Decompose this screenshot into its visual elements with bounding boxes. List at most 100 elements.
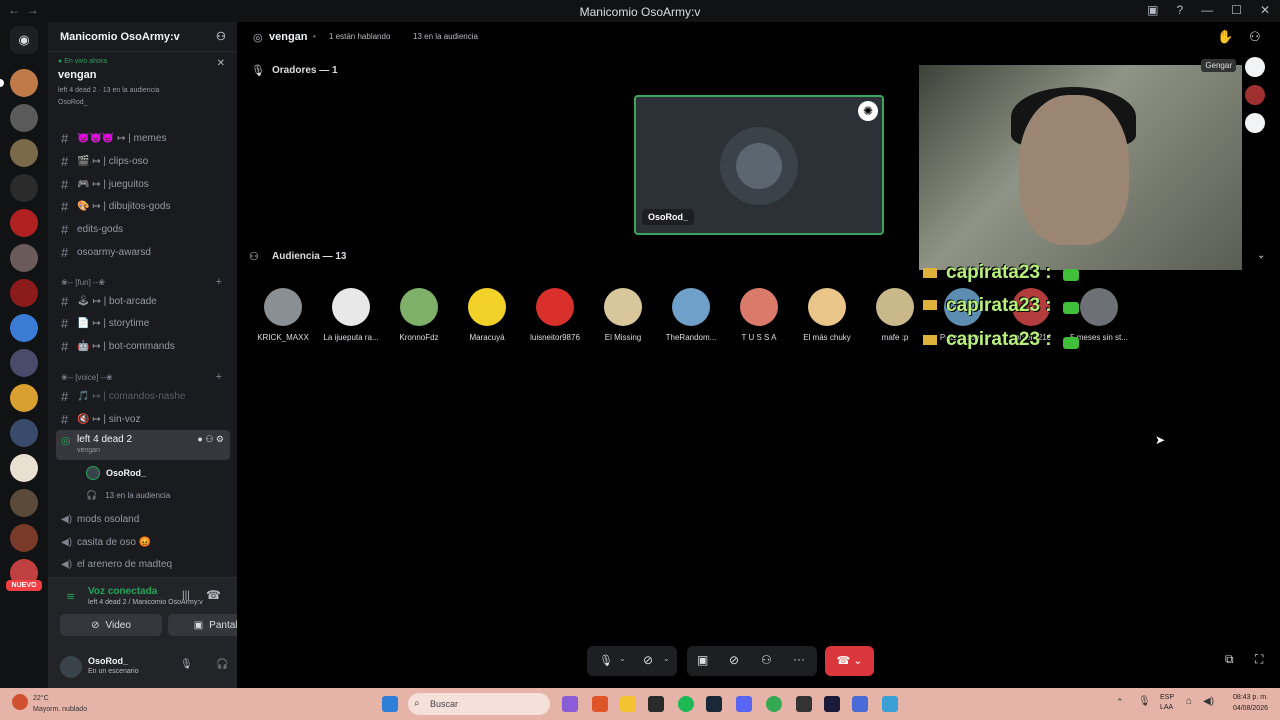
app-icon[interactable] <box>852 696 868 712</box>
notepad-icon[interactable] <box>882 696 898 712</box>
voice-channel-item[interactable]: ◀) mods osoland <box>56 508 230 530</box>
headphones-icon[interactable]: 🎧 <box>216 659 228 670</box>
server-icon[interactable] <box>10 454 38 482</box>
server-header[interactable]: Manicomio OsoArmy:v ⚇ <box>48 22 237 52</box>
server-icon[interactable] <box>10 174 38 202</box>
more-options-icon[interactable]: ··· <box>793 652 805 666</box>
plus-icon[interactable]: + <box>216 276 222 288</box>
audience-member[interactable]: T U S S A <box>725 288 793 342</box>
app-icon[interactable] <box>824 696 840 712</box>
members-icon[interactable]: ⚇ <box>1249 29 1261 45</box>
microphone-icon[interactable]: 🎙 <box>180 659 193 670</box>
chrome-icon[interactable] <box>766 696 782 712</box>
spotify-icon[interactable] <box>678 696 694 712</box>
audience-member[interactable]: KRICK_MAXX <box>249 288 317 342</box>
mute-speaker-icon[interactable]: ⊘ <box>729 653 739 667</box>
live-stage-banner[interactable]: ● En vivo ahora vengan left 4 dead 2 · 1… <box>48 52 237 110</box>
server-icon[interactable] <box>10 419 38 447</box>
minimize-button[interactable]: — <box>1201 3 1213 17</box>
audience-member[interactable]: Maracuyá <box>453 288 521 342</box>
audience-member[interactable]: 5 meses sin st... <box>1065 288 1133 342</box>
server-icon[interactable] <box>10 139 38 167</box>
avatar[interactable] <box>1245 85 1265 105</box>
channel-item[interactable]: # 📄 ↦ | storytime <box>56 312 230 334</box>
channel-item[interactable]: # osoarmy-awarsd <box>56 241 230 263</box>
channel-item[interactable]: # 🎨 ↦ | dibujitos-gods <box>56 195 230 217</box>
disconnect-icon[interactable]: ☎ <box>206 588 221 602</box>
audience-member[interactable]: El más chuky <box>793 288 861 342</box>
voice-channel-item[interactable]: ◀) el arenero de madteq <box>56 553 230 575</box>
microphone-tray-icon[interactable]: 🎙 <box>1138 696 1151 707</box>
stage-channel-active[interactable]: ◎ left 4 dead 2 vengan ● ⚇ ⚙ <box>56 430 230 460</box>
channel-item[interactable]: # 🔇 ↦ | sin-voz <box>56 408 230 430</box>
inbox-icon[interactable]: ▣ <box>1147 3 1158 17</box>
discord-icon[interactable] <box>736 696 752 712</box>
steam-icon[interactable] <box>706 696 722 712</box>
weather-icon[interactable] <box>12 694 28 710</box>
server-icon[interactable] <box>10 209 38 237</box>
audience-member[interactable]: El Missing <box>589 288 657 342</box>
brave-browser-icon[interactable] <box>592 696 608 712</box>
close-icon[interactable]: ✕ <box>217 58 225 69</box>
stage-actions-icon[interactable]: ● ⚇ ⚙ <box>197 434 224 445</box>
audience-member[interactable]: mafe :p <box>861 288 929 342</box>
channel-item[interactable]: # 🕹 ↦ | bot-arcade <box>56 290 230 312</box>
invite-icon[interactable]: ⚇ <box>761 653 772 667</box>
server-icon[interactable] <box>10 349 38 377</box>
stage-speaker[interactable]: OsoRod_ <box>56 462 230 484</box>
taskbar-search[interactable]: ⌕ Buscar <box>408 693 550 715</box>
copilot-icon[interactable] <box>562 696 578 712</box>
popout-icon[interactable]: ⧉ <box>1225 652 1234 667</box>
speaker-tile[interactable]: OsoRod_ ✺ <box>634 95 884 235</box>
server-icon[interactable] <box>10 104 38 132</box>
close-button[interactable]: ✕ <box>1260 3 1270 17</box>
leave-stage-button[interactable]: ☎ ⌄ <box>825 646 874 676</box>
channel-item[interactable]: # 😈😈😈 ↦ | memes <box>56 127 230 149</box>
obs-icon[interactable] <box>796 696 812 712</box>
server-icon[interactable] <box>10 314 38 342</box>
channel-item[interactable]: # edits-gods <box>56 218 230 240</box>
plus-icon[interactable]: + <box>216 371 222 383</box>
minecraft-icon[interactable] <box>648 696 664 712</box>
file-explorer-icon[interactable] <box>620 696 636 712</box>
audience-member[interactable]: La ijueputa ra... <box>317 288 385 342</box>
server-icon[interactable] <box>10 279 38 307</box>
audience-member[interactable]: KronnoFdz <box>385 288 453 342</box>
system-clock[interactable]: 08:43 p. m. 04/08/2026 <box>1233 692 1268 714</box>
channel-item[interactable]: # 🎵 ↦ | comandos-nashe <box>56 385 230 407</box>
sound-bars-icon[interactable]: ||| <box>182 590 190 601</box>
video-button[interactable]: ⊘ Video <box>60 614 162 636</box>
channel-item[interactable]: # 🤖 ↦ | bot-commands <box>56 335 230 357</box>
weather-widget[interactable]: 22°C Mayorm. nublado <box>33 693 87 715</box>
discord-home-icon[interactable]: ◉ <box>10 26 38 54</box>
chevron-down-icon[interactable]: ⌄ <box>619 654 626 663</box>
avatar[interactable] <box>60 656 82 678</box>
stage-audience-count[interactable]: 🎧 13 en la audiencia <box>56 484 230 506</box>
voice-channel-item[interactable]: ◀) casita de oso 😡 <box>56 531 230 553</box>
volume-icon[interactable]: ◀) <box>1203 696 1214 707</box>
raise-hand-icon[interactable]: ✋ <box>1217 29 1233 45</box>
screen-share-icon[interactable]: ▣ <box>697 653 708 667</box>
server-icon[interactable] <box>10 524 38 552</box>
audience-member[interactable]: luisneitor9876 <box>521 288 589 342</box>
microphone-icon[interactable]: 🎙 <box>599 654 613 667</box>
voice-status[interactable]: Voz conectada <box>88 586 157 597</box>
help-icon[interactable]: ? <box>1176 3 1183 17</box>
server-icon[interactable] <box>10 384 38 412</box>
fullscreen-icon[interactable]: ⛶ <box>1255 652 1263 667</box>
server-icon[interactable] <box>10 244 38 272</box>
channel-item[interactable]: # 🎮 ↦ | jueguitos <box>56 173 230 195</box>
server-icon[interactable] <box>10 489 38 517</box>
camera-off-icon[interactable]: ⊘ <box>643 653 653 667</box>
chevron-down-icon[interactable]: ⌄ <box>663 654 670 663</box>
audience-member[interactable]: TheRandom... <box>657 288 725 342</box>
channel-item[interactable]: # 🎬 ↦ | clips-oso <box>56 150 230 172</box>
windows-start-icon[interactable] <box>382 696 398 712</box>
avatar[interactable] <box>1245 113 1265 133</box>
maximize-button[interactable]: ☐ <box>1231 3 1242 17</box>
server-icon[interactable] <box>0 69 38 97</box>
avatar[interactable] <box>1245 57 1265 77</box>
add-member-icon[interactable]: ⚇ <box>216 30 226 43</box>
language-indicator[interactable]: ESP LAA <box>1160 693 1176 713</box>
chevron-up-icon[interactable]: ⌃ <box>1116 697 1124 708</box>
